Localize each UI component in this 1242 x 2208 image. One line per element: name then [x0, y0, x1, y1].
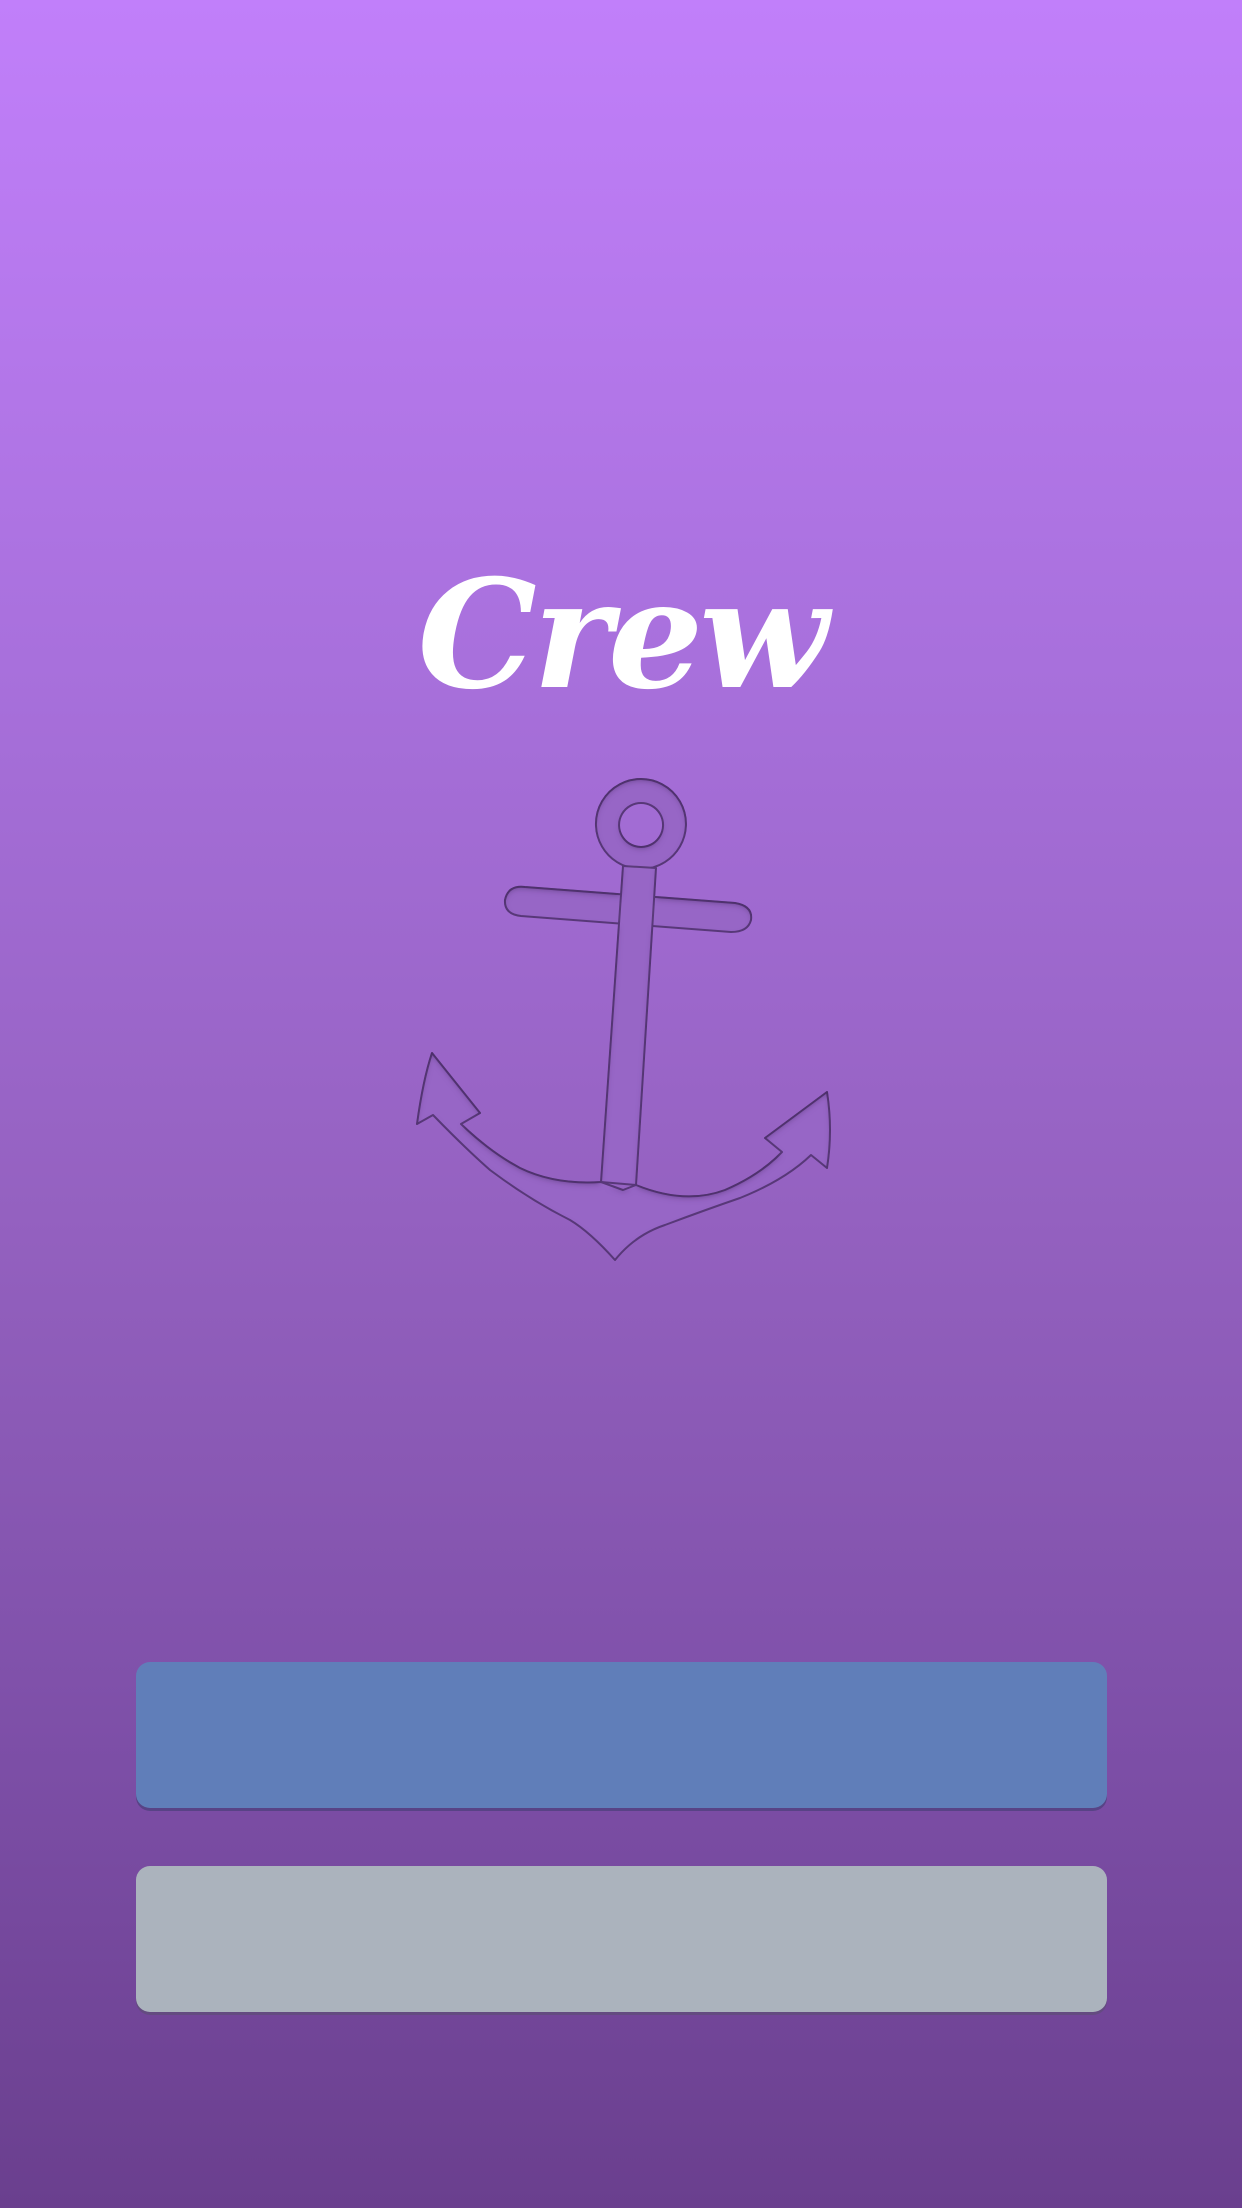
anchor-icon	[416, 778, 831, 1261]
splash-screen: Crew	[0, 0, 1242, 2208]
primary-button[interactable]	[136, 1662, 1107, 1808]
app-title: Crew	[417, 547, 829, 723]
secondary-button[interactable]	[136, 1866, 1107, 2012]
